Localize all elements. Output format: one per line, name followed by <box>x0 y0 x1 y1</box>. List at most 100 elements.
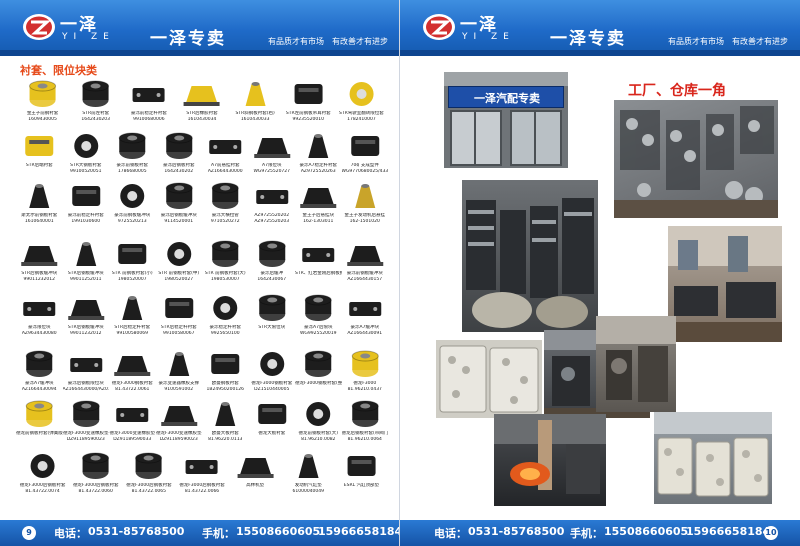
part-image-icon <box>300 188 337 208</box>
part-code: AZ9634430080 <box>21 331 57 336</box>
workshop-photo <box>436 340 542 418</box>
part-name: 欧曼钢板衬套 <box>211 381 239 386</box>
warehouse-photo <box>462 180 598 332</box>
mobile-label: 手机： <box>570 527 603 540</box>
part-image-icon <box>135 452 163 479</box>
part-name: STR后橡胶衬套 <box>186 111 218 116</box>
part-image-icon <box>258 294 286 321</box>
part-name: STR斜钢板衬套(右) <box>235 111 275 116</box>
part-item: 豪泺后钢板缓冲块 9114520001 <box>156 180 203 230</box>
brand-name-en: YI ZE <box>462 32 515 42</box>
part-item: 豪泺前钢板衬套 1786680005 <box>109 130 156 180</box>
part-item: STR后稳定杆衬套 99100580069 <box>109 292 156 342</box>
right-page: 一泽 YI ZE 一泽专卖 有品质才有市场 有改善才有进步 一泽汽配专卖 工厂、… <box>400 0 800 546</box>
part-code: 1980530007 <box>210 277 240 282</box>
part-item: 豪泺前稳定杆衬套 1991030600 <box>63 180 110 230</box>
part-item: 德龙F3000变速橡胶垫 DZ91189590033 <box>109 398 156 448</box>
part-image-icon <box>211 240 239 267</box>
part-image-icon <box>29 184 50 208</box>
part-item: 德龙F3000 81.96210.0437 <box>342 348 389 398</box>
part-name: STR 前钢板衬套(中) <box>158 271 200 276</box>
part-item: STR 前钢板衬套(中) 1980520027 <box>156 238 203 288</box>
part-code: 61000040049 <box>292 489 325 494</box>
part-image-icon <box>75 242 96 266</box>
part-code: 81.43722.0074 <box>25 489 60 494</box>
part-item: 德龙前钢板衬套(弹簧版) <box>16 398 63 448</box>
brand-logo-icon <box>423 14 455 40</box>
part-code: 81.43722.0066 <box>184 489 220 494</box>
part-item: STR 前钢板衬套(小) 1980520007 <box>109 238 156 288</box>
storefront-photo: 一泽汽配专卖 <box>444 72 568 168</box>
part-image-icon <box>160 406 197 426</box>
part-code: 99011232012 <box>70 331 102 336</box>
part-code: 1610640001 <box>24 219 54 224</box>
part-name: STR左前钢板吊耳衬套 <box>285 111 331 116</box>
part-code: 81.43722.0065 <box>131 489 167 494</box>
part-image-icon <box>294 84 323 104</box>
part-image-icon <box>213 296 238 320</box>
part-code: 1642430203 <box>81 117 111 122</box>
part-item: STR斜钢板衬套(右) 1610430033 <box>229 78 282 128</box>
part-image-icon <box>29 80 57 107</box>
part-item: ESRL 汽缸顶部垫 <box>335 450 388 500</box>
part-image-icon <box>302 248 335 262</box>
part-image-icon <box>116 408 149 422</box>
part-image-icon <box>30 454 55 478</box>
part-image-icon <box>165 132 193 159</box>
part-name: ESRL 汽缸顶部垫 <box>343 483 380 488</box>
part-image-icon <box>185 460 218 474</box>
part-code: 9925650100 <box>210 331 240 336</box>
part-name: STR后稳定杆衬套 <box>114 325 151 330</box>
part-name: STR后钢板缓冲块 <box>67 271 104 276</box>
part-code: 99100520051 <box>70 169 102 174</box>
part-name: 豪泺前钢板衬套 <box>116 163 149 168</box>
section-title: 衬套、限位块类 <box>20 64 97 77</box>
part-name: 豪泺A7后限块 <box>304 325 333 330</box>
part-item: 豪泺后钢板限位块 AZ1664430000/AZ01 <box>63 348 109 398</box>
part-code: 9100591002 <box>164 387 194 392</box>
part-image-icon <box>25 400 53 427</box>
part-code: 9710520272 <box>210 219 240 224</box>
brand-logo-icon <box>23 14 55 40</box>
part-code: 81.96210.0082 <box>301 437 336 442</box>
part-name: STR前左衬套 <box>82 111 110 116</box>
part-image-icon <box>118 132 146 159</box>
part-code: 162-1303011 <box>303 219 334 224</box>
part-item: STR后橡胶衬套 1610430034 <box>175 78 228 128</box>
part-name: 金王子后悬挂块 <box>302 213 335 218</box>
shop-name: 一泽专卖 <box>150 29 226 49</box>
part-item: 豪泺前钢板缓冲块 AZ1664430157 <box>342 238 389 288</box>
part-name: 德龙F3000钢板衬套 <box>111 381 153 386</box>
part-image-icon <box>245 82 266 106</box>
warehouse-photo <box>614 100 778 218</box>
part-name: 豪泺后缓冲 <box>260 271 284 276</box>
part-item: 德龙F3000钢板衬套(整装版) <box>295 348 342 398</box>
part-image-icon <box>71 186 100 206</box>
catalog-spread: 一泽 YI ZE 一泽专卖 有品质才有市场 有改善才有进步 衬套、限位块类 金王… <box>0 0 800 546</box>
part-name: A7前悬挂衬套 <box>211 163 240 168</box>
part-name: 德龙F3000 <box>353 381 377 386</box>
part-name: 德龙F3000变速橡胶垫 <box>62 431 109 436</box>
part-image-icon <box>73 134 98 158</box>
phone-label: 电话： <box>434 527 467 540</box>
part-item: 德龙F3000后钢板衬套 81.43722.0060 <box>69 450 122 500</box>
part-code: AZ9725520203 <box>254 219 290 224</box>
part-item: 豪泺前稳定杆衬套 99100680006 <box>122 78 175 128</box>
part-name: STR后钢板缓冲块 <box>67 325 104 330</box>
factory-photo <box>596 316 676 412</box>
part-item: A7前悬挂衬套 AZ1664430000 <box>202 130 249 180</box>
part-name: 豪泺A7缓冲块 <box>350 325 379 330</box>
part-name: 德龙F3000钢板衬套(整装版) <box>295 381 342 386</box>
part-image-icon <box>72 400 100 427</box>
shop-name: 一泽专卖 <box>550 29 626 49</box>
part-code: WG9725520727 <box>253 169 291 174</box>
part-item: 德龙F3000钢板衬套 81.43722.0061 <box>109 348 156 398</box>
part-item: 德龙F3000后钢板衬套 81.43722.0065 <box>122 450 175 500</box>
part-code: 81.43722.0061 <box>115 387 150 392</box>
part-image-icon <box>304 294 332 321</box>
part-code: DZ91189590033 <box>113 437 152 442</box>
mobile-label: 手机： <box>202 527 235 540</box>
part-image-icon <box>215 402 236 426</box>
part-name: 德龙后钢板衬套(带阀门) <box>341 431 389 436</box>
warehouse-photo <box>654 412 772 504</box>
